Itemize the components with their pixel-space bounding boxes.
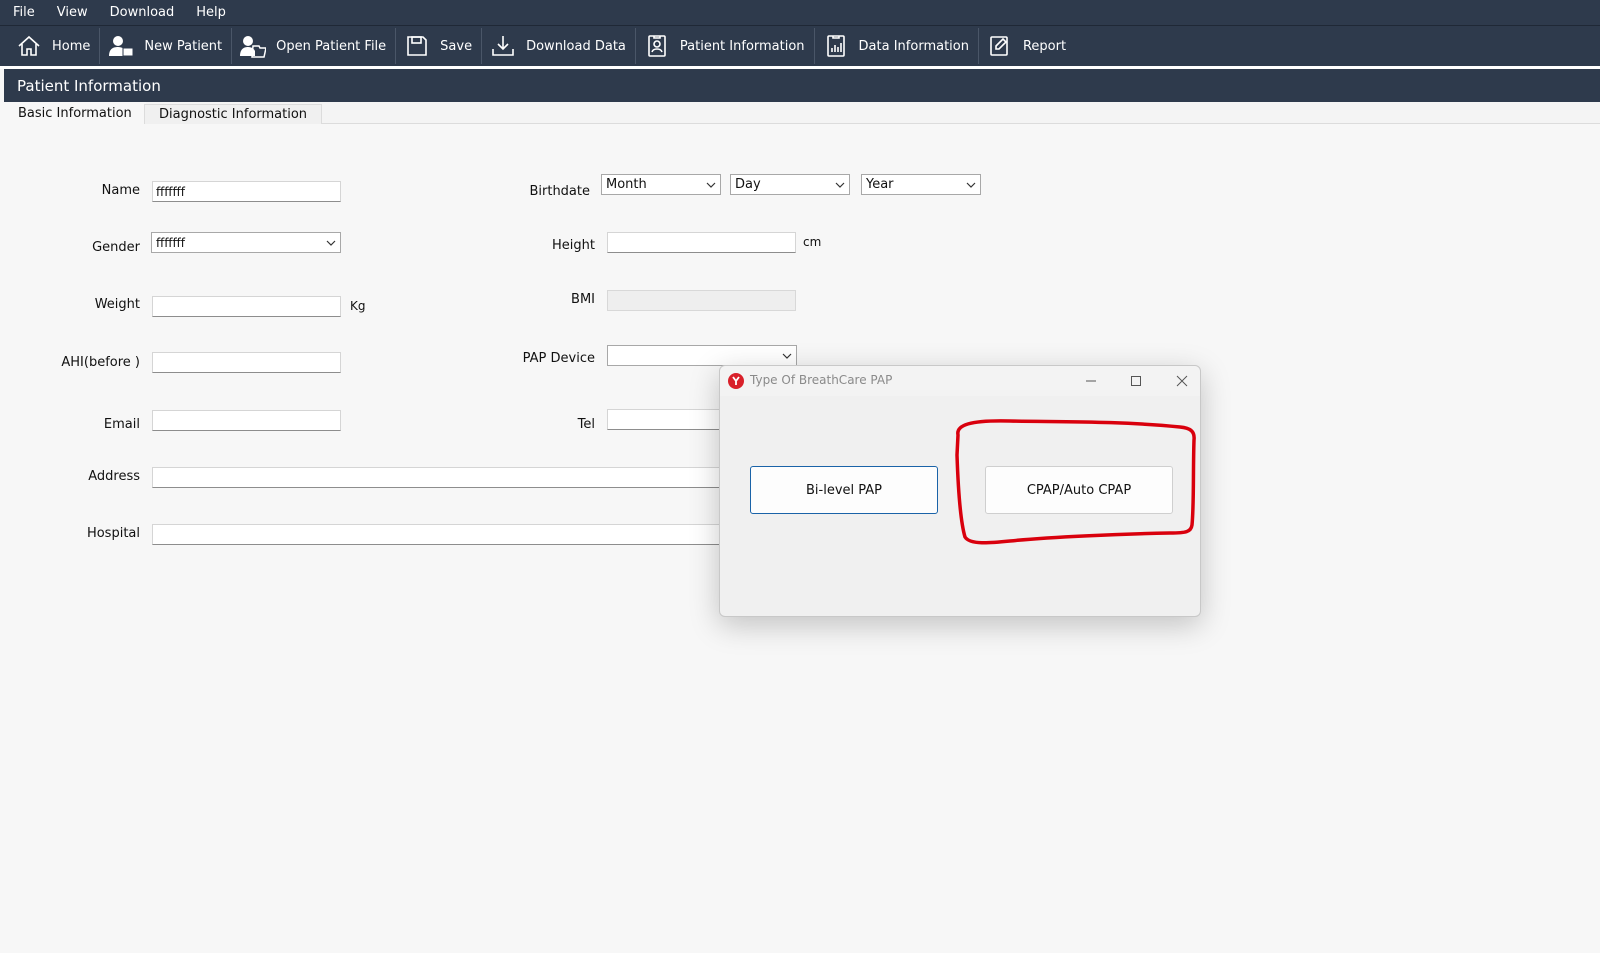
birth-month-select[interactable]: Month: [601, 174, 721, 195]
menu-bar: File View Download Help: [0, 0, 1600, 25]
gender-label: Gender: [92, 240, 140, 255]
maximize-button[interactable]: [1127, 372, 1145, 390]
hospital-input[interactable]: [152, 524, 732, 545]
bmi-label: BMI: [571, 292, 595, 307]
weight-unit: Kg: [350, 299, 366, 313]
height-input[interactable]: [607, 232, 796, 253]
data-information-icon: [826, 35, 845, 57]
height-unit: cm: [803, 235, 822, 249]
tel-label: Tel: [577, 417, 595, 432]
birth-day-select[interactable]: Day: [730, 174, 850, 195]
bmi-input: [607, 290, 796, 311]
weight-input[interactable]: [152, 296, 341, 317]
tab-bar: Basic Information Diagnostic Information: [4, 102, 1600, 125]
chevron-down-icon: [966, 182, 976, 188]
panel-title: Patient Information: [4, 69, 1600, 102]
email-input[interactable]: [152, 410, 341, 431]
save-icon: [407, 36, 427, 56]
patient-information-label: Patient Information: [679, 38, 805, 54]
close-button[interactable]: [1173, 372, 1191, 390]
open-patient-file-button[interactable]: Open Patient File: [232, 28, 397, 64]
new-patient-button[interactable]: New Patient: [100, 28, 233, 64]
name-label: Name: [101, 183, 140, 198]
toolbar: Home New Patient Open Patient File Save …: [0, 25, 1600, 66]
chevron-down-icon: [835, 182, 845, 188]
minimize-icon: [1086, 380, 1096, 382]
pap-type-dialog: Type Of BreathCare PAP Bi-level PAP CPAP…: [719, 365, 1201, 617]
menu-file[interactable]: File: [13, 5, 35, 20]
download-data-label: Download Data: [526, 38, 626, 54]
chevron-down-icon: [782, 353, 792, 359]
close-icon: [1176, 375, 1188, 387]
save-button[interactable]: Save: [396, 28, 483, 64]
app-logo-icon: [728, 373, 744, 389]
menu-view[interactable]: View: [57, 5, 88, 20]
download-data-button[interactable]: Download Data: [482, 28, 636, 64]
home-button[interactable]: Home: [8, 28, 101, 64]
menu-help[interactable]: Help: [196, 5, 226, 20]
open-patient-file-icon: [240, 36, 267, 58]
birthdate-label: Birthdate: [529, 184, 590, 199]
birth-month-value: Month: [606, 177, 647, 192]
report-icon: [990, 36, 1008, 56]
gender-select[interactable]: fffffff: [151, 232, 341, 253]
birth-day-value: Day: [735, 177, 761, 192]
data-information-button[interactable]: Data Information: [815, 28, 979, 64]
name-input[interactable]: fffffff: [152, 181, 341, 202]
download-icon: [492, 36, 514, 56]
height-label: Height: [552, 238, 595, 253]
patient-information-icon: [648, 35, 666, 57]
report-label: Report: [1022, 38, 1067, 54]
bilevel-pap-button[interactable]: Bi-level PAP: [750, 466, 938, 514]
cpap-auto-cpap-button[interactable]: CPAP/Auto CPAP: [985, 466, 1173, 514]
home-icon: [18, 35, 40, 56]
address-label: Address: [88, 469, 140, 484]
address-input[interactable]: [152, 467, 732, 488]
chevron-down-icon: [326, 240, 336, 246]
save-label: Save: [440, 38, 473, 54]
report-button[interactable]: Report: [979, 28, 1075, 64]
weight-label: Weight: [94, 297, 140, 312]
pap-device-label: PAP Device: [522, 351, 595, 366]
dialog-title-bar[interactable]: Type Of BreathCare PAP: [720, 366, 1200, 396]
patient-information-button[interactable]: Patient Information: [636, 28, 815, 64]
menu-download[interactable]: Download: [110, 5, 175, 20]
maximize-icon: [1131, 376, 1141, 386]
email-label: Email: [103, 417, 140, 432]
chevron-down-icon: [706, 182, 716, 188]
new-patient-label: New Patient: [144, 38, 223, 54]
gender-value: fffffff: [156, 235, 186, 250]
ahi-input[interactable]: [152, 352, 341, 373]
dialog-title: Type Of BreathCare PAP: [750, 373, 893, 387]
tab-basic-information[interactable]: Basic Information: [4, 102, 146, 125]
tab-diagnostic-information[interactable]: Diagnostic Information: [144, 104, 323, 124]
home-label: Home: [52, 38, 91, 54]
new-patient-icon: [109, 36, 134, 57]
open-patient-file-label: Open Patient File: [276, 38, 387, 54]
birth-year-value: Year: [866, 177, 894, 192]
pap-device-select[interactable]: [607, 345, 797, 366]
birth-year-select[interactable]: Year: [861, 174, 981, 195]
hospital-label: Hospital: [86, 526, 140, 541]
ahi-label: AHI(before ): [61, 355, 140, 370]
data-information-label: Data Information: [858, 38, 969, 54]
minimize-button[interactable]: [1082, 372, 1100, 390]
